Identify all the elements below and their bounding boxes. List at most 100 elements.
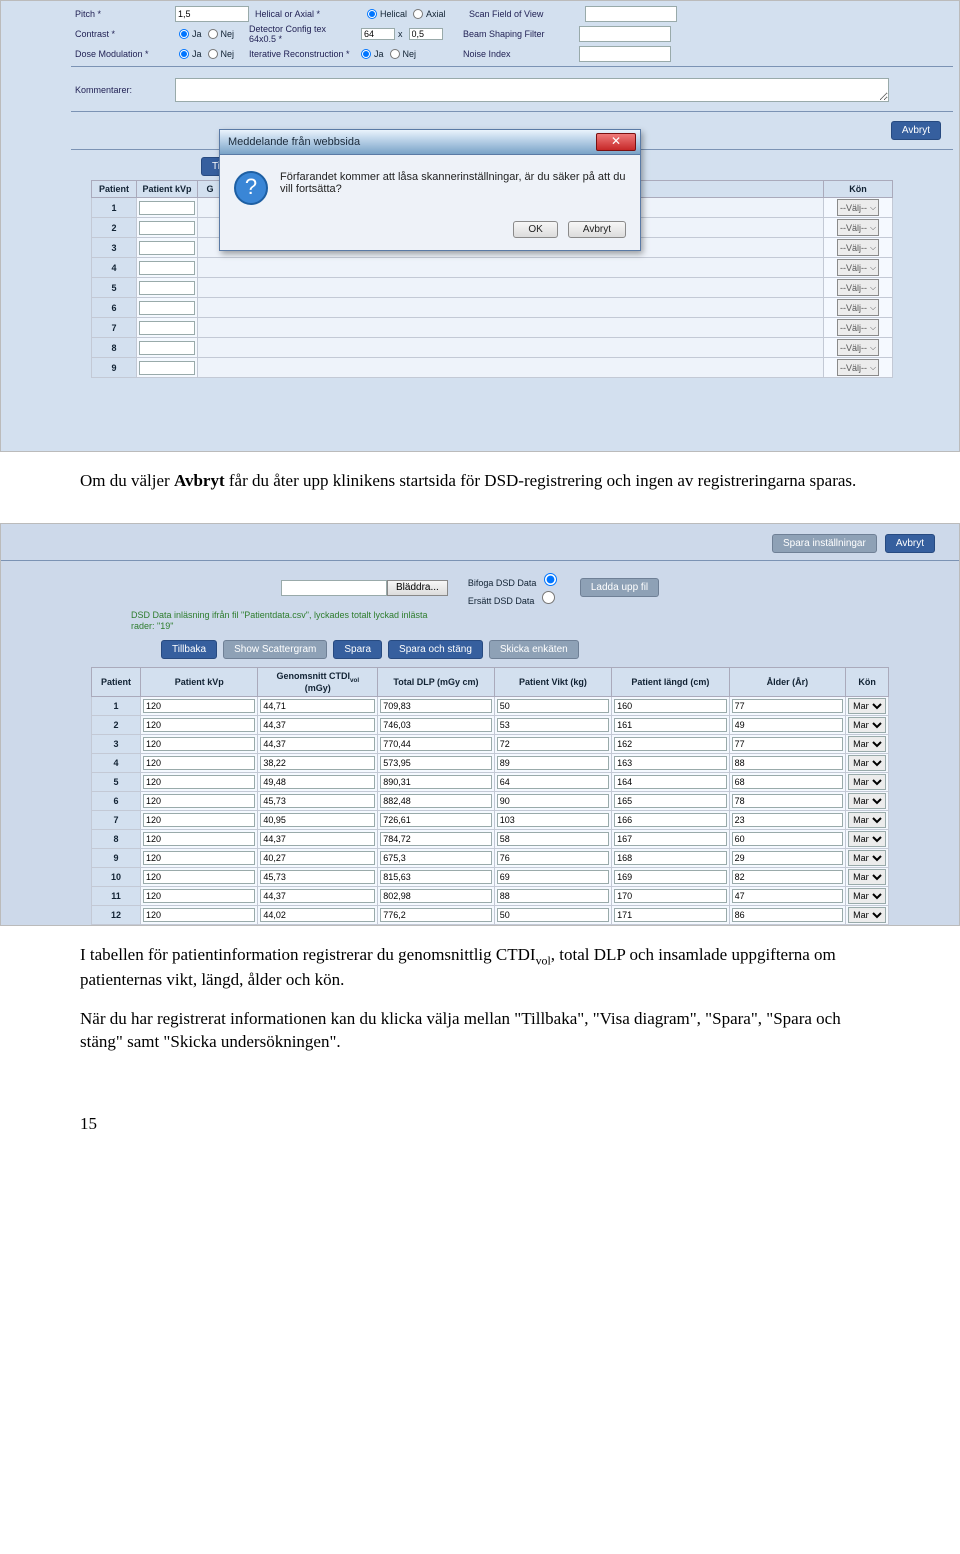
vikt-input[interactable] [497,718,609,732]
alder-input[interactable] [732,889,844,903]
alder-input[interactable] [732,756,844,770]
dlp-input[interactable] [380,794,492,808]
ctdi-input[interactable] [260,699,375,713]
kvp-input[interactable] [139,281,195,295]
alder-input[interactable] [732,775,844,789]
langd-input[interactable] [614,699,726,713]
upload-button[interactable]: Ladda upp fil [580,578,659,597]
helical-axial-radio[interactable]: Helical Axial [363,9,463,19]
ctdi-input[interactable] [260,908,375,922]
kon-select[interactable]: Man [848,698,886,714]
dlp-input[interactable] [380,851,492,865]
ctdi-input[interactable] [260,718,375,732]
ctdi-input[interactable] [260,756,375,770]
vikt-input[interactable] [497,908,609,922]
kvp-input[interactable] [139,321,195,335]
kvp-input[interactable] [139,261,195,275]
kon-select[interactable]: Man [848,869,886,885]
vikt-input[interactable] [497,794,609,808]
pitch-input[interactable] [175,6,249,22]
dosemod-nej[interactable] [208,49,218,59]
kon-select[interactable]: --Välj-- [837,259,879,276]
kvp-input[interactable] [143,737,255,751]
spara-stang-button[interactable]: Spara och stäng [388,640,483,659]
iterrec-radio[interactable]: Ja Nej [357,49,457,59]
iterrec-nej[interactable] [390,49,400,59]
langd-input[interactable] [614,737,726,751]
alder-input[interactable] [732,699,844,713]
contrast-radio[interactable]: Ja Nej [175,29,243,39]
dlp-input[interactable] [380,737,492,751]
vikt-input[interactable] [497,756,609,770]
kon-select[interactable]: Man [848,774,886,790]
ctdi-input[interactable] [260,889,375,903]
dlp-input[interactable] [380,718,492,732]
vikt-input[interactable] [497,737,609,751]
detector-b-input[interactable] [409,28,443,40]
save-settings-button[interactable]: Spara inställningar [772,534,877,553]
detector-a-input[interactable] [361,28,395,40]
langd-input[interactable] [614,832,726,846]
kon-select[interactable]: Man [848,755,886,771]
kon-select[interactable]: Man [848,812,886,828]
dlp-input[interactable] [380,870,492,884]
kon-select[interactable]: Man [848,736,886,752]
modal-cancel-button[interactable]: Avbryt [568,221,626,238]
avbryt-button[interactable]: Avbryt [891,121,941,140]
ctdi-input[interactable] [260,737,375,751]
alder-input[interactable] [732,908,844,922]
kon-select[interactable]: Man [848,888,886,904]
kon-select[interactable]: --Välj-- [837,299,879,316]
kvp-input[interactable] [143,870,255,884]
dlp-input[interactable] [380,756,492,770]
dosemod-radio[interactable]: Ja Nej [175,49,243,59]
ctdi-input[interactable] [260,813,375,827]
ctdi-input[interactable] [260,832,375,846]
langd-input[interactable] [614,775,726,789]
kvp-input[interactable] [139,201,195,215]
alder-input[interactable] [732,813,844,827]
kon-select[interactable]: Man [848,831,886,847]
noise-input[interactable] [579,46,671,62]
vikt-input[interactable] [497,870,609,884]
langd-input[interactable] [614,870,726,884]
kvp-input[interactable] [139,341,195,355]
vikt-input[interactable] [497,775,609,789]
langd-input[interactable] [614,794,726,808]
alder-input[interactable] [732,794,844,808]
kvp-input[interactable] [139,361,195,375]
avbryt2-button[interactable]: Avbryt [885,534,935,553]
kvp-input[interactable] [139,241,195,255]
kon-select[interactable]: --Välj-- [837,359,879,376]
kommentarer-input[interactable] [175,78,889,102]
ctdi-input[interactable] [260,851,375,865]
ctdi-input[interactable] [260,794,375,808]
kon-select[interactable]: Man [848,850,886,866]
axial-radio[interactable] [413,9,423,19]
kvp-input[interactable] [143,794,255,808]
fileltrfile-path-input[interactable] [281,580,387,596]
kvp-input[interactable] [143,718,255,732]
kvp-input[interactable] [139,301,195,315]
kon-select[interactable]: --Välj-- [837,239,879,256]
ersatt-radio[interactable] [542,591,555,604]
contrast-nej[interactable] [208,29,218,39]
kvp-input[interactable] [139,221,195,235]
spara-button[interactable]: Spara [333,640,382,659]
vikt-input[interactable] [497,889,609,903]
kvp-input[interactable] [143,832,255,846]
kon-select[interactable]: --Välj-- [837,219,879,236]
alder-input[interactable] [732,718,844,732]
kon-select[interactable]: Man [848,717,886,733]
kon-select[interactable]: --Välj-- [837,319,879,336]
kvp-input[interactable] [143,699,255,713]
dlp-input[interactable] [380,908,492,922]
dlp-input[interactable] [380,832,492,846]
browse-button[interactable]: Bläddra... [387,580,448,596]
kvp-input[interactable] [143,908,255,922]
alder-input[interactable] [732,851,844,865]
skicka-button[interactable]: Skicka enkäten [489,640,579,659]
langd-input[interactable] [614,851,726,865]
modal-ok-button[interactable]: OK [513,221,557,238]
langd-input[interactable] [614,889,726,903]
